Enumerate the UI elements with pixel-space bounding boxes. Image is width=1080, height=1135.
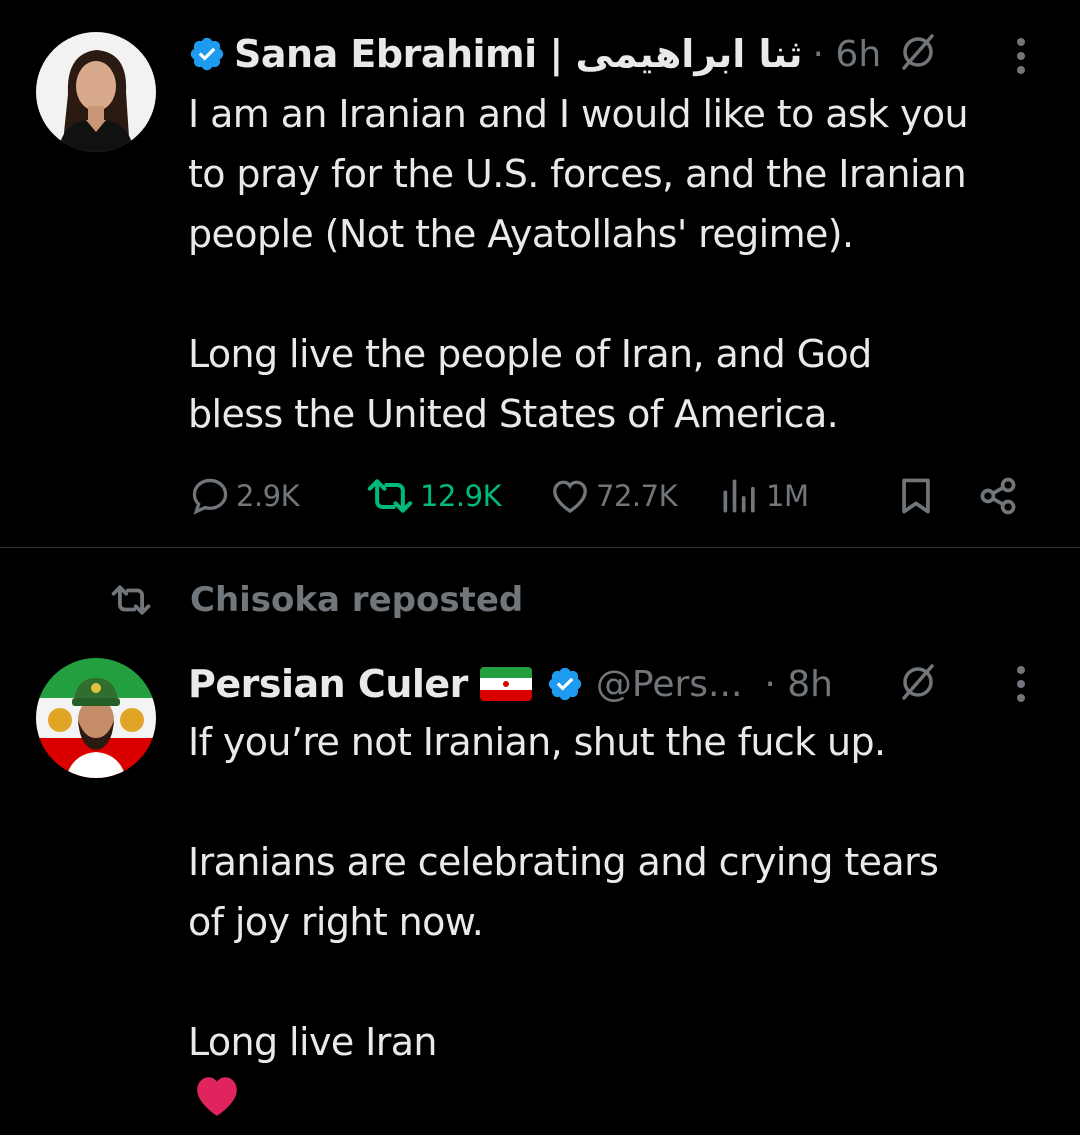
author-handle[interactable]: @Pers... [596,664,742,705]
text-line-with-emoji: Long live Iran [188,1012,1068,1072]
text-line: bless the United States of America. [188,392,839,436]
reply-count: 2.9K [236,479,300,513]
text-line: to pray for the U.S. forces, and the Ira… [188,152,967,196]
text-line: Long live Iran [188,1020,438,1064]
tweet-actions: 2.9K 12.9K 72.7K 1M [188,468,1028,524]
verified-badge-icon[interactable] [546,665,584,703]
tweet-text: If you’re not Iranian, shut the fuck up.… [188,712,1068,1135]
avatar[interactable] [36,658,156,778]
heart-icon [553,480,587,513]
views-icon [723,479,755,513]
grok-icon[interactable] [896,660,940,704]
share-icon [980,477,1016,515]
bookmark-button[interactable] [894,468,942,524]
views-button[interactable]: 1M [718,468,809,524]
tweet-persian-culer[interactable]: Chisoka reposted Persian Culer @Pers... … [0,548,1080,1116]
red-heart-icon [197,1077,237,1116]
author-name[interactable]: Sana Ebrahimi | ثنا ابراهیمی [234,32,803,76]
more-options-icon[interactable] [1015,36,1027,76]
bookmark-icon [902,478,930,514]
text-line: Iranians are celebrating and crying tear… [188,840,939,884]
text-line: Long live the people of Iran, and God [188,332,872,376]
iran-flag-icon [451,1025,503,1059]
grok-icon[interactable] [896,30,940,74]
text-line: people (Not the Ayatollahs' regime). [188,212,854,256]
repost-context[interactable]: Chisoka reposted [108,576,523,624]
tweet-time[interactable]: · 6h [813,34,882,75]
verified-badge-icon[interactable] [188,35,226,73]
like-button[interactable]: 72.7K [548,468,678,524]
tweet-sana-ebrahimi[interactable]: Sana Ebrahimi | ثنا ابراهیمی · 6h I am a… [0,0,1080,548]
repost-count: 12.9K [420,479,502,513]
reply-button[interactable]: 2.9K [188,468,300,524]
repost-icon [367,479,413,513]
text-line: If you’re not Iranian, shut the fuck up. [188,720,886,764]
more-options-icon[interactable] [1015,664,1027,704]
like-count: 72.7K [596,479,678,513]
tweet-text: I am an Iranian and I would like to ask … [188,84,1068,444]
author-name[interactable]: Persian Culer [188,662,468,706]
share-button[interactable] [976,468,1024,524]
text-line: I am an Iranian and I would like to ask … [188,92,969,136]
reply-icon [192,478,228,515]
iran-flag-icon [479,667,532,701]
text-line: of joy right now. [188,900,484,944]
views-count: 1M [766,479,809,513]
tweet-time[interactable]: · 8h [764,664,833,705]
repost-button[interactable]: 12.9K [364,468,502,524]
repost-context-text: Chisoka reposted [190,580,524,620]
repost-icon [111,585,151,615]
avatar[interactable] [36,32,156,152]
